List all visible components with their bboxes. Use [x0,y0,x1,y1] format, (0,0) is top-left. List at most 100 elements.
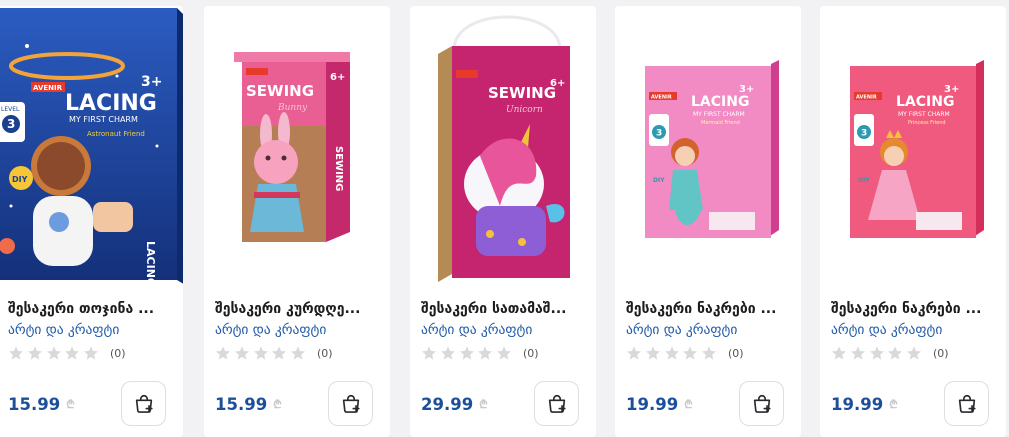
product-image[interactable]: LACING MY FIRST CHARM Mermaid Friend 3+ … [615,6,801,286]
product-title[interactable]: შესაკერი თოჯინა ... [8,301,176,323]
level-number: 3 [7,117,15,131]
star-icon [907,346,922,360]
diy-badge: DIY [858,177,870,184]
rating-count: (0) [727,346,744,360]
price-value: 15.99 [215,395,268,414]
product-image[interactable]: SEWING Bunny 6+ SEWING [204,6,390,286]
box-side-text: LACING [144,241,157,286]
star-icon [832,346,846,360]
add-to-cart-button[interactable] [121,381,166,426]
price-value: 29.99 [421,395,474,414]
add-to-cart-button[interactable] [944,381,989,426]
product-brand-link[interactable]: არტი და კრაფტი [626,322,737,338]
product-brand-link[interactable]: არტი და კრაფტი [831,322,942,338]
product-card[interactable]: LACING MY FIRST CHARM Astronaut Friend L… [0,6,183,437]
box-title-text: SEWING [488,84,556,102]
product-price: 19.99 ₾ [626,395,693,414]
rating-count: (0) [109,346,126,360]
level-number: 3 [861,129,867,139]
star-icon [627,346,641,360]
star-icon [422,346,436,360]
product-title[interactable]: შესაკერი ნაკრები ... [626,301,794,323]
add-to-cart-icon [753,394,771,413]
star-icon [272,346,287,360]
add-to-cart-icon [342,394,360,413]
star-icon [253,346,268,360]
product-price: 15.99 ₾ [8,395,75,414]
currency-symbol: ₾ [66,398,75,411]
box-subtitle-text: Unicorn [506,105,543,115]
price-value: 19.99 [831,395,884,414]
add-to-cart-icon [958,394,976,413]
rating-count: (0) [522,346,539,360]
product-card[interactable]: SEWING Bunny 6+ SEWING შესაკერი კურდღე..… [204,6,390,437]
diy-badge: DIY [12,175,28,184]
currency-symbol: ₾ [479,398,488,411]
product-card[interactable]: SEWING Unicorn 6+ შესაკერი სათამაშ... არ… [410,6,596,437]
star-icon [645,346,660,360]
box-friend-text: Astronaut Friend [87,130,145,138]
add-to-cart-icon [135,394,153,413]
add-to-cart-button[interactable] [534,381,579,426]
star-icon [664,346,679,360]
product-image[interactable]: LACING MY FIRST CHARM Astronaut Friend L… [0,6,183,286]
star-rating: (0) [8,344,126,362]
add-to-cart-button[interactable] [739,381,784,426]
age-label: 6+ [550,78,565,89]
box-title-text: LACING [691,94,749,110]
brand-logo: AVENIR [651,95,672,101]
star-icon [459,346,474,360]
star-icon [683,346,698,360]
age-label: 3+ [739,84,754,95]
product-title[interactable]: შესაკერი კურდღე... [215,301,383,323]
currency-symbol: ₾ [889,398,898,411]
rating-count: (0) [316,346,333,360]
star-icon [9,346,23,360]
product-brand-link[interactable]: არტი და კრაფტი [215,322,326,338]
brand-logo: AVENIR [856,95,877,101]
star-icon [888,346,903,360]
diy-badge: DIY [653,177,665,184]
box-subtitle-text: MY FIRST CHARM [69,115,138,124]
product-card[interactable]: LACING MY FIRST CHARM Mermaid Friend 3+ … [615,6,801,437]
star-rating: (0) [626,344,744,362]
product-price: 19.99 ₾ [831,395,898,414]
star-icon [497,346,512,360]
product-title[interactable]: შესაკერი სათამაშ... [421,301,589,323]
box-friend-text: Princess Friend [908,120,946,126]
star-icon [216,346,230,360]
star-icon [46,346,61,360]
brand-logo: AVENIR [33,84,63,92]
star-rating: (0) [831,344,949,362]
level-label: LEVEL [1,106,20,113]
star-rating: (0) [215,344,333,362]
product-image[interactable]: SEWING Unicorn 6+ [410,6,596,286]
box-title-text: LACING [65,91,157,116]
star-icon [84,346,99,360]
box-subtitle-text: Bunny [277,103,308,113]
age-label: 6+ [330,72,345,83]
box-title-text: LACING [896,94,954,110]
currency-symbol: ₾ [273,398,282,411]
product-brand-link[interactable]: არტი და კრაფტი [421,322,532,338]
box-title-text: SEWING [246,82,314,100]
star-icon [234,346,249,360]
product-card[interactable]: LACING MY FIRST CHARM Princess Friend 3+… [820,6,1006,437]
star-icon [702,346,717,360]
age-label: 3+ [141,74,162,90]
box-subtitle-text: MY FIRST CHARM [693,111,745,118]
product-price: 29.99 ₾ [421,395,488,414]
add-to-cart-button[interactable] [328,381,373,426]
star-icon [440,346,455,360]
add-to-cart-icon [548,394,566,413]
age-label: 3+ [944,84,959,95]
product-row: LACING MY FIRST CHARM Astronaut Friend L… [0,0,1009,437]
product-brand-link[interactable]: არტი და კრაფტი [8,322,119,338]
star-icon [478,346,493,360]
star-icon [65,346,80,360]
price-value: 15.99 [8,395,61,414]
price-value: 19.99 [626,395,679,414]
star-icon [850,346,865,360]
product-image[interactable]: LACING MY FIRST CHARM Princess Friend 3+… [820,6,1006,286]
product-title[interactable]: შესაკერი ნაკრები ... [831,301,999,323]
